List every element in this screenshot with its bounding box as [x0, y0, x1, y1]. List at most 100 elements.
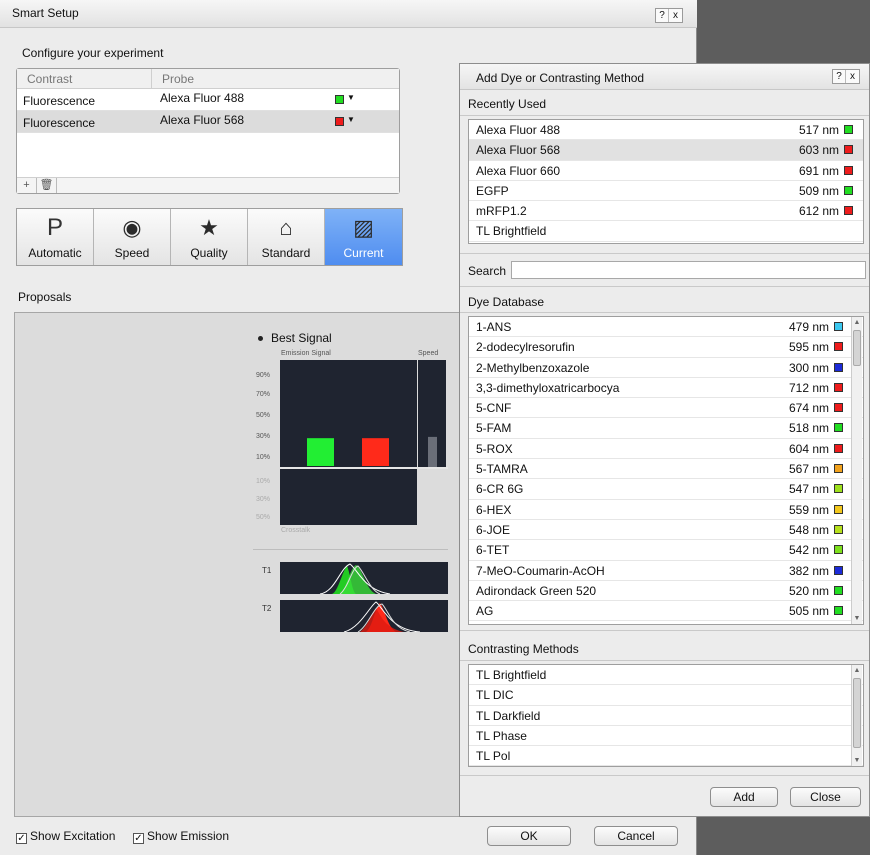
mode-speed[interactable]: ◉ Speed	[94, 209, 171, 265]
spectra-divider	[253, 549, 448, 550]
checkmark-icon: ✓	[16, 833, 27, 844]
list-item[interactable]: TL Brightfield	[469, 665, 863, 686]
help-button[interactable]: ?	[833, 70, 846, 83]
chevron-down-icon[interactable]: ▼	[347, 115, 355, 124]
track-label: T1	[262, 566, 272, 575]
ok-button[interactable]: OK	[487, 826, 571, 846]
item-name: 6-HEX	[476, 502, 512, 517]
list-item[interactable]: AG 505 nm	[469, 601, 863, 622]
best-signal-option[interactable]: Best Signal	[258, 331, 332, 345]
color-swatch	[834, 565, 843, 575]
automatic-p-icon: P	[46, 214, 63, 241]
list-item[interactable]: 5-ROX 604 nm	[469, 439, 863, 460]
list-item[interactable]: 5-CNF 674 nm	[469, 398, 863, 419]
mode-automatic[interactable]: P Automatic	[17, 209, 94, 265]
mode-standard[interactable]: ⌂ Standard	[248, 209, 325, 265]
contrast-cell: Fluorescence	[23, 116, 96, 130]
item-name: 2-Methylbenzoxazole	[476, 360, 590, 375]
scroll-down-icon[interactable]: ▼	[852, 755, 862, 766]
scroll-down-icon[interactable]: ▼	[852, 613, 862, 624]
contrasting-methods-list: TL Brightfield TL DIC TL Darkfield TL Phase…	[468, 664, 864, 767]
scroll-up-icon[interactable]: ▲	[852, 317, 862, 328]
y-tick: 10%	[256, 478, 271, 485]
color-swatch	[844, 206, 853, 216]
list-item[interactable]: TL Phase	[469, 726, 863, 747]
color-swatch[interactable]	[335, 117, 344, 126]
list-item[interactable]: 1-ANS 479 nm	[469, 317, 863, 338]
list-item[interactable]: 6-HEX 559 nm	[469, 500, 863, 520]
list-item[interactable]: 6-JOE 548 nm	[469, 520, 863, 541]
list-item[interactable]: Alexa Fluor 488 517 nm	[469, 120, 863, 141]
item-name: mRFP1.2	[476, 204, 527, 219]
item-name: 6-JOE	[476, 522, 511, 537]
color-swatch	[834, 322, 843, 331]
search-input[interactable]	[511, 261, 866, 279]
show-excitation-checkbox[interactable]: ✓ Show Excitation	[16, 829, 115, 844]
item-name: Alexa Fluor 660	[476, 163, 561, 178]
list-item[interactable]: TL Darkfield	[469, 706, 863, 726]
current-icon: ▨	[353, 215, 374, 240]
contrast-column-header[interactable]: Contrast	[17, 69, 152, 88]
wavelength: 520 nm	[788, 583, 829, 598]
color-swatch	[844, 145, 853, 155]
list-item[interactable]: mRFP1.2 612 nm	[469, 201, 863, 222]
list-item[interactable]: Alexa Fluor 660 691 nm	[469, 161, 863, 181]
list-item[interactable]: TL Pol	[469, 746, 863, 767]
wavelength: 382 nm	[788, 563, 829, 578]
list-item[interactable]: 2-Methylbenzoxazole 300 nm	[469, 358, 863, 378]
help-button[interactable]: ?	[656, 9, 669, 22]
speed-label: Speed	[418, 350, 439, 357]
chevron-down-icon[interactable]: ▼	[347, 93, 355, 102]
track-1-spectrum	[280, 562, 448, 595]
list-item[interactable]: 5-FAM 518 nm	[469, 418, 863, 439]
wavelength: 559 nm	[788, 502, 829, 517]
list-item[interactable]: 6-CR 6G 547 nm	[469, 479, 863, 500]
close-dialog-button[interactable]: Close	[790, 787, 861, 807]
scroll-thumb[interactable]	[853, 678, 861, 748]
probe-cell: Alexa Fluor 568	[160, 113, 245, 127]
table-row[interactable]: Fluorescence Alexa Fluor 488 ▼	[17, 89, 399, 111]
list-item[interactable]: 2-dodecylresorufin 595 nm	[469, 337, 863, 358]
window-title: Smart Setup	[12, 6, 79, 20]
color-swatch[interactable]	[335, 95, 344, 104]
list-item[interactable]: Alexa Fluor 568 603 nm	[469, 140, 863, 161]
list-item[interactable]: Adirondack Green 520 520 nm	[469, 581, 863, 602]
probe-column-header[interactable]: Probe	[152, 69, 204, 88]
list-item[interactable]: 5-TAMRA 567 nm	[469, 459, 863, 480]
list-item[interactable]: 7-MeO-Coumarin-AcOH 382 nm	[469, 561, 863, 581]
show-emission-label: Show Emission	[147, 829, 230, 843]
emission-signal-label: Emission Signal	[281, 350, 331, 357]
list-item[interactable]: TL DIC	[469, 685, 863, 706]
speed-bar	[428, 436, 437, 468]
list-item[interactable]: TL Brightfield	[469, 221, 863, 242]
methods-list-scrollbar[interactable]: ▲ ▼	[851, 665, 862, 766]
scroll-up-icon[interactable]: ▲	[852, 665, 862, 676]
list-item[interactable]: 3,3-dimethyloxatricarbocya 712 nm	[469, 378, 863, 399]
mode-current[interactable]: ▨ Current	[325, 209, 402, 265]
y-tick: 30%	[256, 496, 271, 503]
close-button[interactable]: x	[669, 9, 682, 22]
table-row[interactable]: Fluorescence Alexa Fluor 568 ▼	[17, 111, 399, 133]
speed-chart-svg	[428, 436, 437, 468]
delete-row-button[interactable]: 🗑	[37, 178, 57, 193]
emission-chart-svg	[307, 438, 389, 466]
dialog-title-buttons: ? x	[832, 69, 860, 84]
chart-divider	[280, 467, 448, 469]
recently-used-list: Alexa Fluor 488 517 nm Alexa Fluor 568 603 …	[468, 119, 864, 244]
add-row-button[interactable]: +	[17, 178, 37, 193]
scroll-thumb[interactable]	[853, 330, 861, 366]
show-emission-checkbox[interactable]: ✓ Show Emission	[133, 829, 229, 844]
cancel-button[interactable]: Cancel	[594, 826, 678, 846]
item-name: 6-TET	[476, 543, 510, 558]
wavelength: 567 nm	[788, 462, 829, 477]
color-swatch	[834, 524, 843, 534]
dye-list-scrollbar[interactable]: ▲ ▼	[851, 317, 862, 624]
table-header: Contrast Probe	[17, 69, 399, 89]
list-item[interactable]: EGFP 509 nm	[469, 181, 863, 202]
close-button[interactable]: x	[846, 70, 859, 83]
color-swatch	[834, 545, 843, 555]
mode-quality[interactable]: ★ Quality	[171, 209, 248, 265]
add-button[interactable]: Add	[710, 787, 778, 807]
list-item[interactable]: 6-TET 542 nm	[469, 540, 863, 561]
chart-bar	[307, 438, 334, 466]
